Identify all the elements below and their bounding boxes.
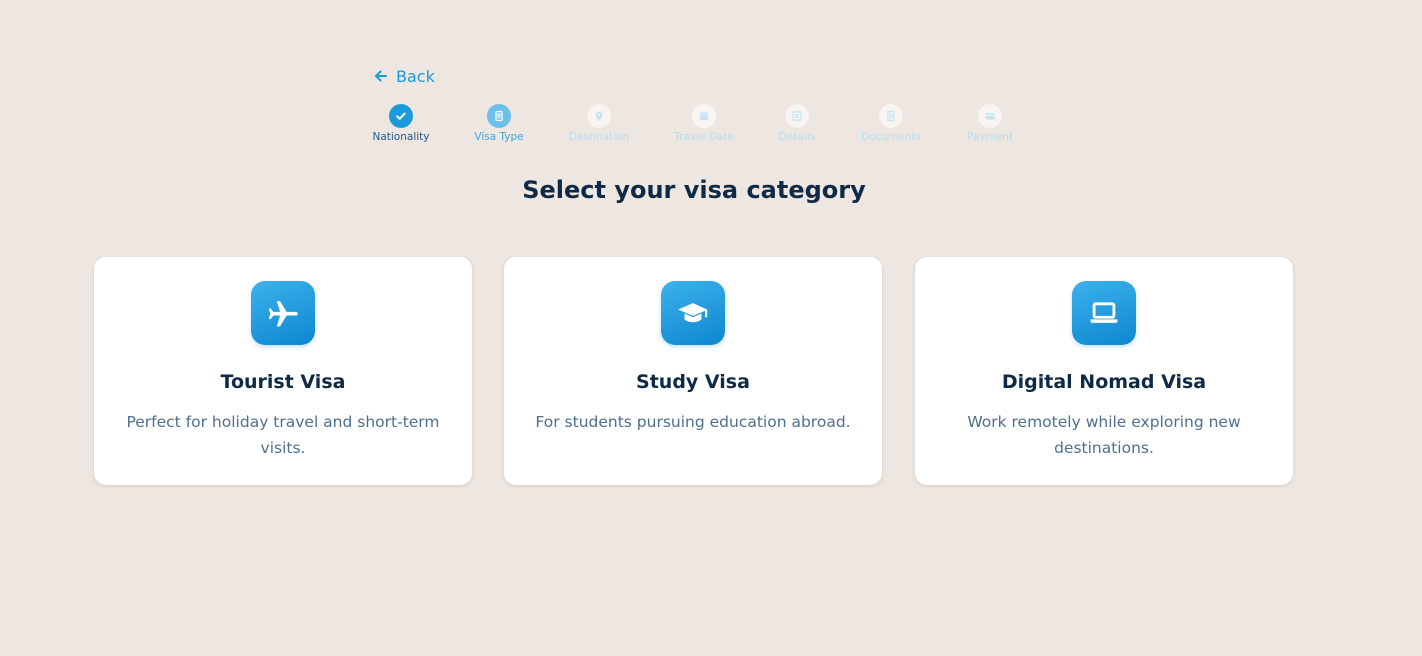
laptop-icon <box>1072 281 1136 345</box>
step-label: Destination <box>568 131 630 143</box>
passport-icon <box>879 104 903 128</box>
card-description: Work remotely while exploring new destin… <box>967 413 1241 457</box>
calendar-icon <box>692 104 716 128</box>
page-title: Select your visa category <box>522 176 866 204</box>
card-title: Study Visa <box>636 371 750 393</box>
graduation-cap-icon <box>661 281 725 345</box>
arrow-left-icon <box>374 69 388 83</box>
step-label: Documents <box>861 131 921 143</box>
step-nationality[interactable]: Nationality <box>356 104 446 143</box>
step-visa-type[interactable]: Visa Type <box>454 104 544 143</box>
step-label: Payment <box>967 131 1013 143</box>
step-travel-date: Travel Date <box>659 104 749 143</box>
card-description: Perfect for holiday travel and short-ter… <box>126 413 440 457</box>
passport-icon <box>487 104 511 128</box>
digital-nomad-visa-card[interactable]: Digital Nomad Visa Work remotely while e… <box>915 257 1293 485</box>
list-icon <box>785 104 809 128</box>
step-destination: Destination <box>554 104 644 143</box>
check-icon <box>389 104 413 128</box>
location-pin-icon <box>587 104 611 128</box>
step-label: Details <box>778 131 816 143</box>
airplane-icon <box>251 281 315 345</box>
back-link[interactable]: Back <box>374 64 435 88</box>
step-payment: Payment <box>945 104 1035 143</box>
card-title: Tourist Visa <box>220 371 346 393</box>
card-title: Digital Nomad Visa <box>1001 371 1207 393</box>
step-label: Travel Date <box>674 131 734 143</box>
step-details: Details <box>752 104 842 143</box>
tourist-visa-card[interactable]: Tourist Visa Perfect for holiday travel … <box>94 257 472 485</box>
step-label: Nationality <box>372 131 430 143</box>
credit-card-icon <box>978 104 1002 128</box>
step-label: Visa Type <box>474 131 524 143</box>
card-description: For students pursuing education abroad. <box>535 413 851 431</box>
study-visa-card[interactable]: Study Visa For students pursuing educati… <box>504 257 882 485</box>
step-documents: Documents <box>846 104 936 143</box>
back-label: Back <box>396 66 435 86</box>
